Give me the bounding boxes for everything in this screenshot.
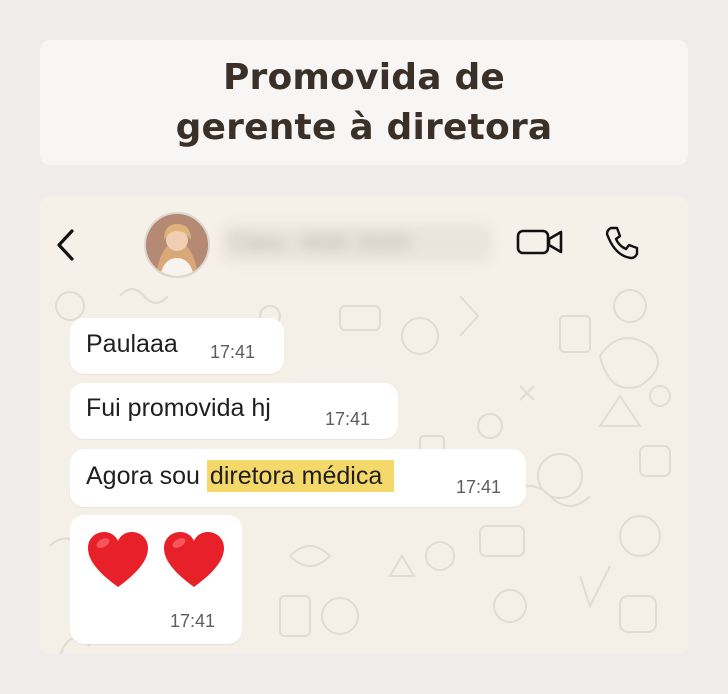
- red-heart-emoji-icon: [88, 532, 148, 587]
- message-bubble-1[interactable]: Paulaaa 17:41: [70, 318, 284, 374]
- message-time: 17:41: [210, 342, 256, 362]
- message-time: 17:41: [456, 477, 502, 497]
- emoji-message: [86, 529, 226, 593]
- post-card: Promovida de gerente à diretora Clara - …: [0, 0, 728, 694]
- title-box: Promovida de gerente à diretora: [40, 40, 688, 165]
- chat-screenshot: Clara - MSE 2025! Paulaaa 17:41 Fui prom…: [40, 196, 688, 654]
- title-line-1: Promovida de: [222, 56, 506, 98]
- contact-name: Clara - MSE 2025!: [222, 224, 492, 262]
- title-line-2: gerente à diretora: [175, 106, 553, 148]
- red-heart-emoji-icon: [164, 532, 224, 587]
- avatar[interactable]: [144, 212, 210, 278]
- message-bubble-2[interactable]: Fui promovida hj 17:41: [70, 383, 398, 439]
- message-text: Fui promovida hj: [86, 394, 271, 422]
- avatar-photo: [146, 214, 208, 276]
- message-text: Paulaaa: [86, 330, 178, 358]
- message-time: 17:41: [170, 611, 216, 631]
- message-text-plain: Agora sou: [86, 462, 207, 490]
- highlighted-text: diretora médica: [206, 460, 395, 492]
- message-bubble-3[interactable]: Agora sou diretora médica 17:41: [70, 449, 526, 507]
- phone-icon[interactable]: [602, 224, 642, 262]
- message-bubble-4[interactable]: 17:41: [70, 515, 242, 644]
- message-text: Agora sou diretora médica: [86, 460, 395, 492]
- message-time: 17:41: [325, 409, 371, 429]
- chat-header: Clara - MSE 2025!: [40, 196, 688, 288]
- video-camera-icon[interactable]: [516, 226, 564, 258]
- chevron-left-icon[interactable]: [54, 228, 78, 262]
